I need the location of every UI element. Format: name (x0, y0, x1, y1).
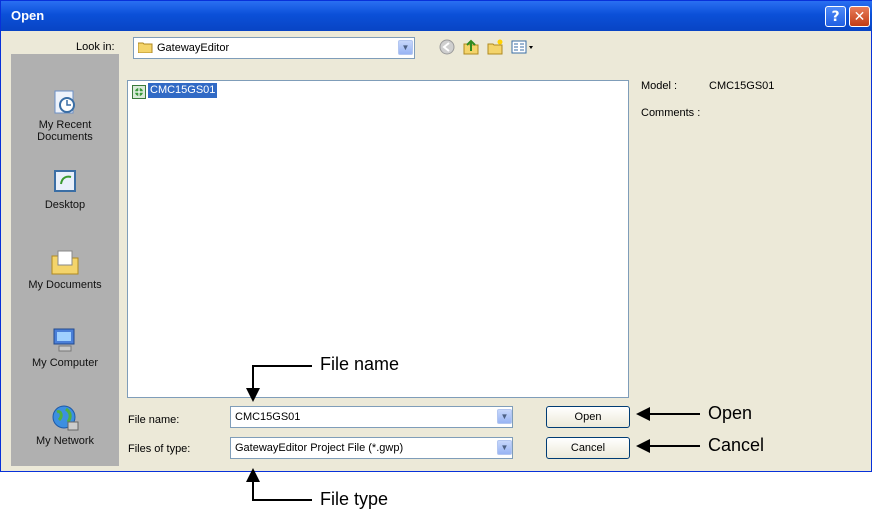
annotation-file-name: File name (320, 354, 400, 374)
annotation-cancel: Cancel (708, 435, 765, 455)
annotation-open: Open (708, 403, 753, 423)
annotation-file-type: File type (320, 489, 389, 509)
